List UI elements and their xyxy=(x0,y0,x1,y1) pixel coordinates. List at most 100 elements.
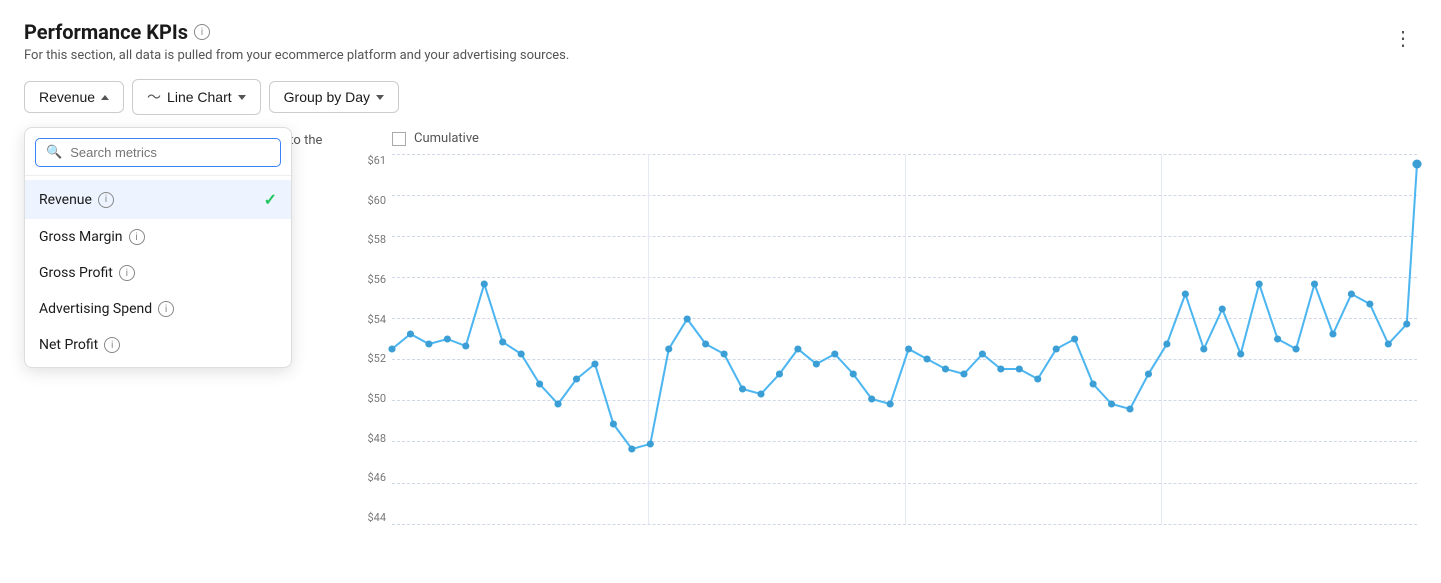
y-label-5: $52 xyxy=(367,352,386,365)
metric-info-icon-net-profit[interactable]: i xyxy=(104,337,120,353)
y-label-1: $60 xyxy=(367,194,386,207)
metrics-dropdown-panel: 🔍 Revenue i ✓ Gross Margin i xyxy=(24,127,292,368)
chart-dot xyxy=(739,386,746,393)
cumulative-label: Cumulative xyxy=(414,131,479,146)
metric-label-advertising-spend: Advertising Spend xyxy=(39,301,152,317)
y-label-2: $58 xyxy=(367,233,386,246)
chart-dot xyxy=(665,346,672,353)
chart-dot xyxy=(647,441,654,448)
group-by-dropdown-button[interactable]: Group by Day xyxy=(269,81,399,113)
chart-dot xyxy=(462,343,469,350)
chart-dot xyxy=(1256,281,1263,288)
chart-dot xyxy=(1034,376,1041,383)
chart-dot xyxy=(1126,406,1133,413)
chart-dot xyxy=(425,341,432,348)
metric-item-left-2: Gross Margin i xyxy=(39,229,145,245)
title-row: Performance KPIs i xyxy=(24,20,569,44)
chart-dot xyxy=(776,371,783,378)
chart-dot xyxy=(702,341,709,348)
revenue-dropdown-button[interactable]: Revenue xyxy=(24,81,124,113)
chart-dot xyxy=(1200,346,1207,353)
search-input-wrapper: 🔍 xyxy=(35,138,281,167)
metric-label-net-profit: Net Profit xyxy=(39,337,98,353)
chart-dot xyxy=(794,346,801,353)
chart-dot xyxy=(1071,336,1078,343)
chart-dot xyxy=(1053,346,1060,353)
metric-item-left-3: Gross Profit i xyxy=(39,265,135,281)
chart-dot-peak xyxy=(1412,160,1421,169)
metric-info-icon-revenue[interactable]: i xyxy=(98,192,114,208)
y-label-6: $50 xyxy=(367,392,386,405)
metric-item-revenue[interactable]: Revenue i ✓ xyxy=(25,180,291,219)
subtitle: For this section, all data is pulled fro… xyxy=(24,48,569,63)
chart-dot xyxy=(1108,401,1115,408)
chart-dot xyxy=(942,366,949,373)
cumulative-checkbox[interactable] xyxy=(392,132,406,146)
chart-dot xyxy=(887,401,894,408)
chart-dot xyxy=(1311,281,1318,288)
chart-dot xyxy=(960,371,967,378)
page-container: Performance KPIs i For this section, all… xyxy=(0,0,1441,583)
chart-dot xyxy=(1163,341,1170,348)
metric-info-icon-advertising-spend[interactable]: i xyxy=(158,301,174,317)
group-by-label: Group by Day xyxy=(284,89,370,105)
chart-dot xyxy=(905,346,912,353)
grid-line-9 xyxy=(392,524,1417,525)
chart-dot xyxy=(388,346,395,353)
y-label-7: $48 xyxy=(367,432,386,445)
chart-dot xyxy=(610,421,617,428)
more-menu-button[interactable]: ⋮ xyxy=(1389,22,1417,54)
metric-item-advertising-spend[interactable]: Advertising Spend i xyxy=(25,291,291,327)
chart-dot xyxy=(868,396,875,403)
metric-item-gross-margin[interactable]: Gross Margin i xyxy=(25,219,291,255)
metric-list: Revenue i ✓ Gross Margin i Gross Profit xyxy=(25,176,291,367)
metric-label-gross-margin: Gross Margin xyxy=(39,229,123,245)
chart-dot xyxy=(1237,351,1244,358)
y-label-4: $54 xyxy=(367,313,386,326)
chart-dot xyxy=(757,391,764,398)
chart-dot xyxy=(1145,371,1152,378)
metric-info-icon-gross-profit[interactable]: i xyxy=(119,265,135,281)
chart-dot xyxy=(813,361,820,368)
y-label-9: $44 xyxy=(367,511,386,524)
chart-dot xyxy=(831,351,838,358)
chart-type-dropdown-button[interactable]: 〜 Line Chart xyxy=(132,79,261,115)
chart-dot xyxy=(684,316,691,323)
metric-item-left-5: Net Profit i xyxy=(39,337,120,353)
chart-type-label: Line Chart xyxy=(167,89,232,105)
y-axis: $61 $60 $58 $56 $54 $52 $50 $48 $46 $44 xyxy=(352,154,392,524)
chart-dot xyxy=(850,371,857,378)
search-input[interactable] xyxy=(70,145,270,160)
chart-dot xyxy=(1403,321,1410,328)
chevron-down-icon xyxy=(238,95,246,100)
chart-dot xyxy=(518,351,525,358)
chevron-down-icon-2 xyxy=(376,95,384,100)
chart-dot xyxy=(1348,291,1355,298)
chart-dot xyxy=(1385,341,1392,348)
metric-label-revenue: Revenue xyxy=(39,192,92,208)
title-section: Performance KPIs i For this section, all… xyxy=(24,20,569,63)
metric-item-left-4: Advertising Spend i xyxy=(39,301,174,317)
chevron-up-icon xyxy=(101,95,109,100)
toolbar: Revenue 〜 Line Chart Group by Day 🔍 xyxy=(24,79,1417,115)
page-title: Performance KPIs xyxy=(24,20,188,44)
chart-dot xyxy=(1366,301,1373,308)
chart-area: Cumulative $61 $60 $58 $56 $54 $52 $50 $… xyxy=(352,131,1417,554)
metric-item-left: Revenue i xyxy=(39,192,114,208)
chart-dot xyxy=(1182,291,1189,298)
chart-dot xyxy=(481,281,488,288)
info-icon[interactable]: i xyxy=(194,24,210,40)
y-label-0: $61 xyxy=(367,154,386,167)
chart-dot xyxy=(628,446,635,453)
check-icon-revenue: ✓ xyxy=(264,190,277,209)
metric-item-net-profit[interactable]: Net Profit i xyxy=(25,327,291,363)
search-box: 🔍 xyxy=(25,128,291,176)
chart-dot xyxy=(444,336,451,343)
chart-inner xyxy=(392,154,1417,524)
metric-item-gross-profit[interactable]: Gross Profit i xyxy=(25,255,291,291)
header-row: Performance KPIs i For this section, all… xyxy=(24,20,1417,63)
metric-info-icon-gross-margin[interactable]: i xyxy=(129,229,145,245)
chart-dot xyxy=(407,331,414,338)
chart-dot xyxy=(997,366,1004,373)
chart-dot xyxy=(1292,346,1299,353)
